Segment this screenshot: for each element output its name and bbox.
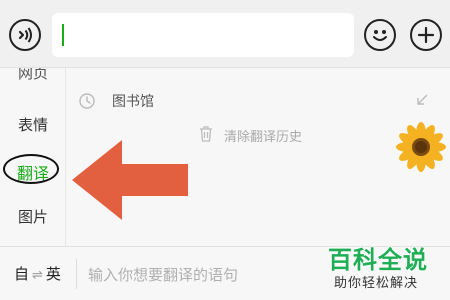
- voice-icon: [18, 27, 32, 43]
- watermark-subtitle: 助你轻松解决: [334, 276, 419, 291]
- voice-button[interactable]: [9, 19, 41, 51]
- fill-in-arrow-icon[interactable]: [414, 92, 430, 108]
- target-language: 英: [45, 265, 61, 283]
- plus-icon: [417, 26, 435, 44]
- left-arrow-annotation: [72, 140, 188, 220]
- wechat-search-translate-screen: 网页 表情 翻译 图片 图书馆 清除翻译历史 自 ⇌ 英 输入你想要翻译的语句 …: [0, 0, 450, 300]
- highlight-ellipse: [3, 154, 59, 184]
- clock-icon: [79, 93, 95, 109]
- smiley-icon: [373, 30, 387, 41]
- divider: [76, 259, 77, 289]
- sidebar-item-image[interactable]: 图片: [0, 206, 65, 227]
- watermark-title: 百科全说: [328, 246, 428, 274]
- plus-button[interactable]: [410, 19, 442, 51]
- source-language: 自: [14, 265, 30, 283]
- history-item-label: 图书馆: [112, 94, 154, 110]
- sunflower-sticker: [396, 122, 446, 172]
- top-bar: [0, 0, 450, 68]
- trash-icon: [200, 126, 212, 142]
- language-switch[interactable]: 自 ⇌ 英: [14, 263, 61, 284]
- clear-history-label: 清除翻译历史: [224, 130, 303, 145]
- emoji-button[interactable]: [364, 19, 396, 51]
- sidebar-item-emoji[interactable]: 表情: [0, 114, 65, 135]
- translate-input[interactable]: 输入你想要翻译的语句: [88, 264, 238, 285]
- sidebar-item-web[interactable]: 网页: [0, 68, 65, 83]
- swap-icon: ⇌: [32, 268, 43, 283]
- text-cursor: [62, 24, 64, 46]
- search-input[interactable]: [52, 13, 354, 57]
